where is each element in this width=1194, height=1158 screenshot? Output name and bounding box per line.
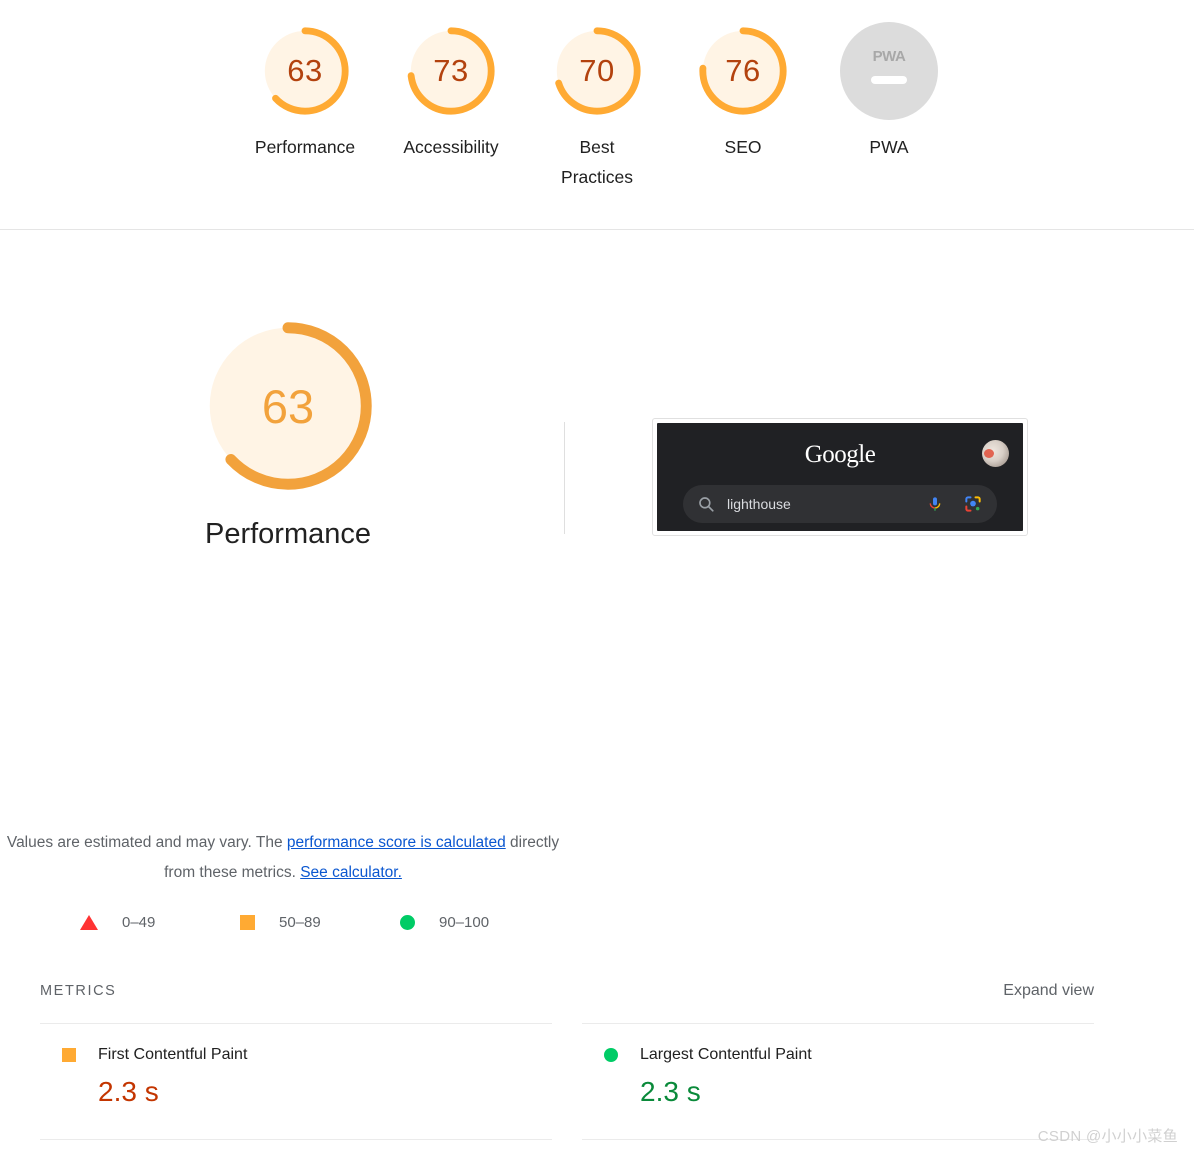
screenshot-surface: Google lighthouse <box>657 423 1023 531</box>
score-gauge-accessibility[interactable]: 73 Accessibility <box>402 22 500 162</box>
legend-item-average: 50–89 <box>240 914 400 931</box>
page-screenshot-thumbnail[interactable]: Google lighthouse <box>652 418 1028 536</box>
pwa-dash-icon <box>871 76 907 84</box>
score-value: 70 <box>579 53 615 88</box>
gauge-accessibility: 73 <box>402 22 500 120</box>
scores-row: 63 Performance 73 Accessibility 70 Best … <box>0 0 1194 192</box>
gauge-performance: 63 <box>256 22 354 120</box>
search-bar[interactable]: lighthouse <box>683 485 997 523</box>
metrics-column-right: Largest Contentful Paint 2.3 s Cumulativ… <box>582 1023 1094 1158</box>
score-gauge-pwa[interactable]: PWA PWA <box>840 22 938 162</box>
google-wordmark: Google <box>804 441 876 468</box>
scores-header: 63 Performance 73 Accessibility 70 Best … <box>0 0 1194 230</box>
metric-value: 2.3 s <box>98 1076 159 1107</box>
gauge-pwa: PWA <box>840 22 938 120</box>
score-value: 73 <box>433 53 469 88</box>
gauge-best-practices: 70 <box>548 22 646 120</box>
score-label: PWA <box>869 137 909 157</box>
vertical-divider <box>564 422 565 534</box>
desc-text-1: Values are estimated and may vary. The <box>6 834 287 851</box>
circle-icon <box>400 915 415 930</box>
metric-total-blocking-time[interactable]: Total Blocking Time 1,190 ms <box>40 1139 552 1158</box>
score-label: SEO <box>724 137 762 157</box>
gauge-seo: 76 <box>694 22 792 120</box>
pwa-badge-icon: PWA <box>872 48 906 65</box>
metric-largest-contentful-paint[interactable]: Largest Contentful Paint 2.3 s <box>582 1023 1094 1139</box>
category-score-value: 63 <box>261 379 315 433</box>
performance-category: 63 Performance Google lighthouse Values … <box>0 230 1194 1140</box>
metrics-heading: METRICS <box>40 983 117 999</box>
see-calculator-link[interactable]: See calculator. <box>300 864 402 881</box>
metric-label: Largest Contentful Paint <box>640 1046 812 1063</box>
score-gauge-seo[interactable]: 76 SEO <box>694 22 792 162</box>
legend-item-fail: 0–49 <box>80 914 240 931</box>
score-value: 63 <box>287 53 323 88</box>
metric-name-line: Largest Contentful Paint <box>582 1046 1094 1064</box>
category-description: Values are estimated and may vary. The p… <box>0 828 566 888</box>
score-gauge-performance[interactable]: 63 Performance <box>254 22 356 162</box>
metrics-column-left: First Contentful Paint 2.3 s Total Block… <box>40 1023 552 1158</box>
square-icon <box>240 915 255 930</box>
gauge-performance-large: 63 <box>197 315 379 497</box>
user-avatar <box>982 440 1009 467</box>
pwa-disc <box>840 22 938 120</box>
legend-label: 90–100 <box>439 914 490 931</box>
score-label: Best Practices <box>561 137 633 187</box>
triangle-icon <box>80 915 98 930</box>
metric-cumulative-layout-shift[interactable]: Cumulative Layout Shift 0 <box>582 1139 1094 1158</box>
score-label: Performance <box>254 137 356 157</box>
category-hero: 63 Performance Google lighthouse <box>0 230 1194 550</box>
score-gauge-best-practices[interactable]: 70 Best Practices <box>548 22 646 192</box>
circle-icon <box>604 1048 618 1062</box>
metric-first-contentful-paint[interactable]: First Contentful Paint 2.3 s <box>40 1023 552 1139</box>
square-icon <box>62 1048 76 1062</box>
metric-value: 2.3 s <box>640 1076 701 1107</box>
metric-label: First Contentful Paint <box>98 1046 248 1063</box>
google-lens-icon[interactable] <box>963 494 983 514</box>
search-icon <box>697 495 715 513</box>
performance-score-link[interactable]: performance score is calculated <box>287 834 506 851</box>
csdn-watermark: CSDN @小小小菜鱼 <box>1037 1128 1178 1145</box>
metrics-grid: First Contentful Paint 2.3 s Total Block… <box>40 1023 1094 1158</box>
score-label: Accessibility <box>403 137 499 157</box>
score-legend: 0–49 50–89 90–100 <box>80 914 560 931</box>
category-title: Performance <box>204 518 371 550</box>
legend-label: 0–49 <box>122 914 156 931</box>
legend-item-pass: 90–100 <box>400 914 560 931</box>
legend-label: 50–89 <box>279 914 321 931</box>
score-value: 76 <box>725 53 761 88</box>
lighthouse-report: 63 Performance 73 Accessibility 70 Best … <box>0 0 1194 1158</box>
search-query-text: lighthouse <box>727 496 791 512</box>
microphone-icon[interactable] <box>927 494 943 514</box>
expand-view-button[interactable]: Expand view <box>1003 982 1094 1000</box>
metric-name-line: First Contentful Paint <box>40 1046 552 1064</box>
metrics-header: METRICS Expand view <box>40 982 1094 1000</box>
